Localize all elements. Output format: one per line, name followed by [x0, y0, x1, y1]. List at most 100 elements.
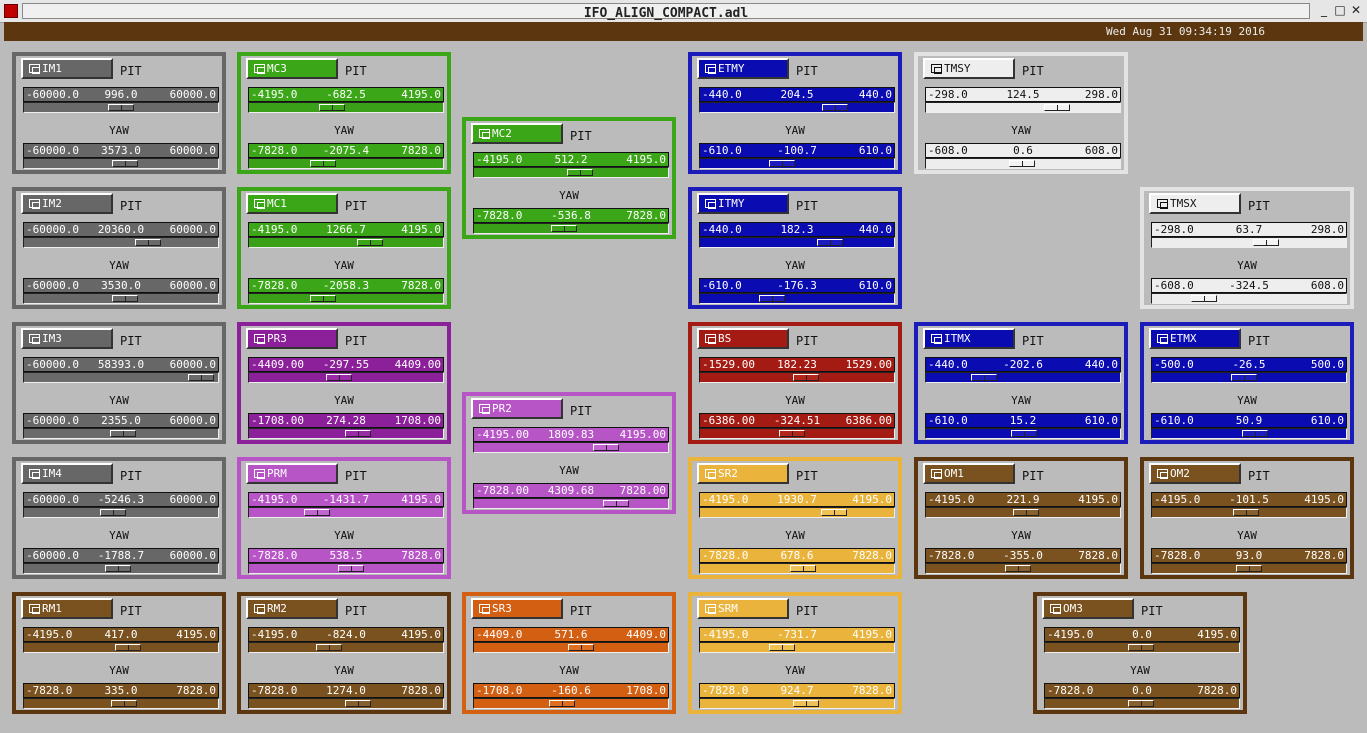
yaw-slider[interactable] [23, 158, 219, 169]
pit-slider[interactable] [248, 372, 444, 383]
pit-slider-thumb[interactable] [592, 444, 619, 451]
yaw-slider-thumb[interactable] [309, 160, 336, 167]
pit-slider[interactable] [699, 372, 895, 383]
pit-slider-thumb[interactable] [970, 374, 997, 381]
pit-slider[interactable] [925, 102, 1121, 113]
yaw-slider-thumb[interactable] [110, 700, 137, 707]
yaw-slider[interactable] [1044, 698, 1240, 709]
pit-slider-thumb[interactable] [99, 509, 126, 516]
yaw-slider[interactable] [473, 498, 669, 509]
related-display-button[interactable]: OM3 [1042, 598, 1134, 619]
yaw-slider[interactable] [925, 158, 1121, 169]
pit-slider-thumb[interactable] [1230, 374, 1257, 381]
related-display-button[interactable]: IM1 [21, 58, 113, 79]
yaw-slider[interactable] [248, 428, 444, 439]
related-display-button[interactable]: IM3 [21, 328, 113, 349]
pit-slider-thumb[interactable] [315, 644, 342, 651]
yaw-slider[interactable] [248, 293, 444, 304]
yaw-slider-thumb[interactable] [551, 225, 578, 232]
yaw-slider-thumb[interactable] [111, 295, 138, 302]
related-display-button[interactable]: TMSX [1149, 193, 1241, 214]
pit-slider[interactable] [248, 102, 444, 113]
pit-slider-thumb[interactable] [115, 644, 142, 651]
window-menu-icon[interactable] [4, 4, 18, 18]
related-display-button[interactable]: MC2 [471, 123, 563, 144]
yaw-slider[interactable] [699, 698, 895, 709]
pit-slider[interactable] [23, 372, 219, 383]
yaw-slider-thumb[interactable] [1005, 565, 1032, 572]
related-display-button[interactable]: ITMX [923, 328, 1015, 349]
related-display-button[interactable]: IM2 [21, 193, 113, 214]
yaw-slider[interactable] [473, 223, 669, 234]
pit-slider[interactable] [248, 507, 444, 518]
yaw-slider[interactable] [699, 428, 895, 439]
pit-slider[interactable] [1151, 372, 1347, 383]
yaw-slider-thumb[interactable] [792, 700, 819, 707]
related-display-button[interactable]: ITMY [697, 193, 789, 214]
yaw-slider-thumb[interactable] [104, 565, 131, 572]
related-display-button[interactable]: MC1 [246, 193, 338, 214]
pit-slider-thumb[interactable] [135, 239, 162, 246]
yaw-slider-thumb[interactable] [1011, 430, 1037, 437]
pit-slider[interactable] [473, 642, 669, 653]
pit-slider[interactable] [699, 642, 895, 653]
pit-slider-thumb[interactable] [303, 509, 330, 516]
related-display-button[interactable]: ETMX [1149, 328, 1241, 349]
pit-slider[interactable] [1151, 237, 1347, 248]
maximize-button[interactable]: □ [1332, 2, 1348, 18]
pit-slider[interactable] [23, 642, 219, 653]
yaw-slider[interactable] [23, 698, 219, 709]
yaw-slider[interactable] [23, 293, 219, 304]
related-display-button[interactable]: OM2 [1149, 463, 1241, 484]
yaw-slider-thumb[interactable] [1009, 160, 1035, 167]
related-display-button[interactable]: ETMY [697, 58, 789, 79]
yaw-slider-thumb[interactable] [112, 160, 138, 167]
yaw-slider[interactable] [248, 158, 444, 169]
yaw-slider-thumb[interactable] [1236, 565, 1262, 572]
pit-slider[interactable] [248, 237, 444, 248]
pit-slider-thumb[interactable] [817, 239, 844, 246]
related-display-button[interactable]: PRM [246, 463, 338, 484]
yaw-slider[interactable] [925, 563, 1121, 574]
pit-slider-thumb[interactable] [108, 104, 135, 111]
pit-slider[interactable] [23, 507, 219, 518]
yaw-slider-thumb[interactable] [110, 430, 137, 437]
related-display-button[interactable]: RM1 [21, 598, 113, 619]
pit-slider[interactable] [699, 507, 895, 518]
yaw-slider[interactable] [248, 698, 444, 709]
yaw-slider[interactable] [699, 293, 895, 304]
yaw-slider-thumb[interactable] [1128, 700, 1154, 707]
pit-slider[interactable] [473, 442, 669, 453]
yaw-slider-thumb[interactable] [310, 295, 337, 302]
pit-slider[interactable] [473, 167, 669, 178]
yaw-slider[interactable] [248, 563, 444, 574]
pit-slider-thumb[interactable] [1252, 239, 1279, 246]
yaw-slider[interactable] [1151, 563, 1347, 574]
pit-slider[interactable] [248, 642, 444, 653]
pit-slider-thumb[interactable] [1128, 644, 1154, 651]
pit-slider-thumb[interactable] [1013, 509, 1040, 516]
related-display-button[interactable]: MC3 [246, 58, 338, 79]
yaw-slider-thumb[interactable] [790, 565, 817, 572]
pit-slider-thumb[interactable] [821, 104, 848, 111]
related-display-button[interactable]: PR2 [471, 398, 563, 419]
related-display-button[interactable]: SRM [697, 598, 789, 619]
yaw-slider-thumb[interactable] [1190, 295, 1217, 302]
related-display-button[interactable]: RM2 [246, 598, 338, 619]
yaw-slider[interactable] [699, 563, 895, 574]
pit-slider[interactable] [23, 102, 219, 113]
pit-slider[interactable] [925, 507, 1121, 518]
pit-slider-thumb[interactable] [567, 169, 594, 176]
related-display-button[interactable]: SR2 [697, 463, 789, 484]
yaw-slider-thumb[interactable] [778, 430, 805, 437]
pit-slider-thumb[interactable] [793, 374, 819, 381]
related-display-button[interactable]: BS [697, 328, 789, 349]
yaw-slider-thumb[interactable] [345, 700, 372, 707]
pit-slider-thumb[interactable] [318, 104, 345, 111]
yaw-slider[interactable] [1151, 428, 1347, 439]
yaw-slider[interactable] [1151, 293, 1347, 304]
pit-slider[interactable] [699, 102, 895, 113]
yaw-slider[interactable] [23, 563, 219, 574]
yaw-slider-thumb[interactable] [758, 295, 785, 302]
pit-slider-thumb[interactable] [1233, 509, 1259, 516]
